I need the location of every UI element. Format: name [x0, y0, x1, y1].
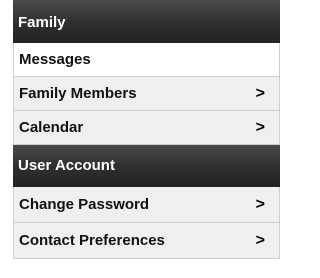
chevron-right-icon: >	[255, 196, 265, 213]
sidebar-item-label: Family Members	[19, 85, 137, 102]
chevron-right-icon: >	[255, 85, 265, 102]
sidebar-item-label: Calendar	[19, 119, 84, 136]
sidebar-item-calendar[interactable]: Calendar >	[13, 111, 280, 145]
section-header-family: Family	[13, 0, 280, 43]
account-sidebar: Family Messages Family Members > Calenda…	[13, 0, 280, 259]
sidebar-item-contact-preferences[interactable]: Contact Preferences >	[13, 223, 280, 259]
section-header-user-account: User Account	[13, 145, 280, 187]
chevron-right-icon: >	[255, 119, 265, 136]
sidebar-item-label: Change Password	[19, 196, 150, 213]
section-title-user-account: User Account	[18, 157, 115, 174]
section-title-family: Family	[18, 14, 66, 31]
sidebar-item-label: Contact Preferences	[19, 232, 165, 249]
sidebar-item-change-password[interactable]: Change Password >	[13, 187, 280, 223]
sidebar-item-family-members[interactable]: Family Members >	[13, 77, 280, 111]
sidebar-item-label: Messages	[19, 51, 91, 68]
sidebar-item-messages[interactable]: Messages	[13, 43, 280, 77]
chevron-right-icon: >	[255, 232, 265, 249]
